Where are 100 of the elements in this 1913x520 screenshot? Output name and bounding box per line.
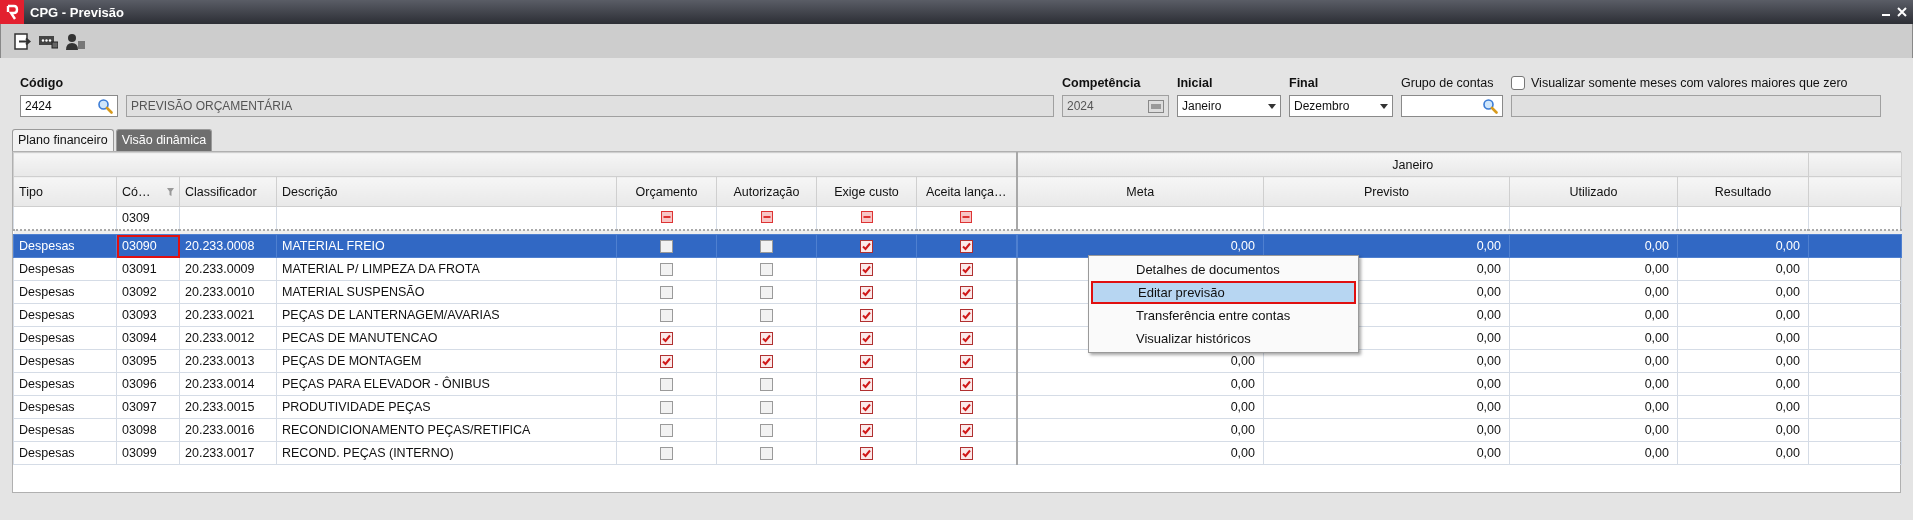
column-header[interactable]: Utilizado <box>1509 176 1678 207</box>
table-cell: 0,00 <box>1677 418 1809 442</box>
checkbox[interactable] <box>660 240 673 254</box>
checkbox[interactable] <box>860 332 873 346</box>
checkbox[interactable] <box>959 424 973 438</box>
caret-icon[interactable] <box>1268 103 1276 109</box>
table-row[interactable]: Despesas 03090 20.233.0008 MATERIAL FREIO 0,00 0,00 0,00 0,00 <box>13 234 1902 258</box>
column-header[interactable]: Autorização <box>716 176 817 207</box>
checkbox[interactable] <box>660 309 673 323</box>
checkbox[interactable] <box>660 447 673 461</box>
checkbox[interactable] <box>760 286 773 300</box>
column-header[interactable]: Aceita lança… <box>916 176 1017 207</box>
checkbox[interactable] <box>760 447 773 461</box>
checkbox[interactable] <box>660 378 673 392</box>
checkbox[interactable] <box>760 401 773 415</box>
column-header[interactable]: Meta <box>1016 176 1264 207</box>
code-field[interactable]: 2424 <box>20 95 118 117</box>
caret-icon[interactable] <box>1380 103 1388 109</box>
table-cell: 0,00 <box>1509 326 1678 350</box>
column-header[interactable]: Previsto <box>1263 176 1510 207</box>
table-cell: 20.233.0009 <box>179 257 277 281</box>
year-field[interactable]: 2024 <box>1062 95 1169 117</box>
filter-checkbox-icon[interactable] <box>860 210 873 223</box>
checkbox[interactable] <box>760 424 773 438</box>
filter-checkbox-icon[interactable] <box>660 210 673 223</box>
checkbox[interactable] <box>660 401 673 415</box>
column-header[interactable]: Classificador <box>179 176 277 207</box>
account-group-field[interactable] <box>1401 95 1503 117</box>
menu-item[interactable]: Editar previsão <box>1091 281 1356 304</box>
search-icon[interactable] <box>97 98 113 114</box>
column-header[interactable]: Descrição <box>276 176 617 207</box>
table-row[interactable]: Despesas 03096 20.233.0014 PEÇAS PARA ELEVADOR - ÔNIBUS 0,00 0,00 0,00 0,00 <box>13 372 1902 396</box>
table-cell: PEÇAS PARA ELEVADOR - ÔNIBUS <box>276 372 617 396</box>
table-cell: 20.233.0010 <box>179 280 277 304</box>
filter-checkbox-icon[interactable] <box>760 210 773 223</box>
checkbox[interactable] <box>860 240 873 254</box>
checkbox[interactable] <box>959 309 973 323</box>
table-cell: 0,00 <box>1509 349 1678 373</box>
field-label: Final <box>1289 76 1320 90</box>
checkbox[interactable] <box>959 355 973 369</box>
table-row[interactable]: Despesas 03097 20.233.0015 PRODUTIVIDADE PEÇAS 0,00 0,00 0,00 0,00 <box>13 395 1902 419</box>
checkbox[interactable] <box>660 355 673 369</box>
table-cell: 03099 <box>116 441 180 465</box>
checkbox[interactable] <box>860 309 873 323</box>
checkbox[interactable] <box>760 240 773 254</box>
field-label: Código <box>20 76 65 90</box>
field-label: Inicial <box>1177 76 1214 90</box>
checkbox[interactable] <box>860 263 873 277</box>
tab[interactable]: Visão dinâmica <box>115 129 213 151</box>
checkbox[interactable] <box>760 332 773 346</box>
table-row[interactable]: Despesas 03099 20.233.0017 RECOND. PEÇAS (INTERNO) 0,00 0,00 0,00 0,00 <box>13 441 1902 465</box>
table-cell: Despesas <box>13 441 117 465</box>
table-cell: Despesas <box>13 349 117 373</box>
column-header[interactable]: Exige custo <box>816 176 917 207</box>
description-field[interactable]: PREVISÃO ORÇAMENTÁRIA <box>126 95 1054 117</box>
checkbox[interactable] <box>860 355 873 369</box>
checkbox[interactable] <box>760 378 773 392</box>
column-header[interactable]: Có… <box>116 176 180 207</box>
month-select[interactable]: Dezembro <box>1289 95 1393 117</box>
checkbox[interactable] <box>1511 76 1525 90</box>
checkbox[interactable] <box>760 309 773 323</box>
column-header[interactable]: Tipo <box>13 176 117 207</box>
table-cell: Despesas <box>13 303 117 327</box>
table-cell: 0,00 <box>1677 349 1809 373</box>
checkbox[interactable] <box>959 401 973 415</box>
checkbox[interactable] <box>959 286 973 300</box>
checkbox[interactable] <box>660 263 673 277</box>
checkbox[interactable] <box>959 263 973 277</box>
checkbox[interactable] <box>660 286 673 300</box>
table-cell: 0,00 <box>1263 372 1510 396</box>
table-cell: 0,00 <box>1016 395 1264 419</box>
table-cell: MATERIAL P/ LIMPEZA DA FROTA <box>276 257 617 281</box>
table-row[interactable]: Despesas 03098 20.233.0016 RECONDICIONAMENTO PEÇAS/RETIFICA 0,00 0,00 0,00 0,00 <box>13 418 1902 442</box>
search-icon[interactable] <box>1482 98 1498 114</box>
column-header[interactable]: Resultado <box>1677 176 1809 207</box>
exit-icon[interactable] <box>14 32 31 50</box>
checkbox[interactable] <box>959 240 973 254</box>
table-cell: 0,00 <box>1263 441 1510 465</box>
checkbox[interactable] <box>860 447 873 461</box>
card-icon[interactable] <box>39 33 58 49</box>
checkbox[interactable] <box>860 286 873 300</box>
user-icon[interactable] <box>66 32 85 50</box>
checkbox[interactable] <box>660 332 673 346</box>
checkbox[interactable] <box>959 447 973 461</box>
checkbox[interactable] <box>760 355 773 369</box>
column-header[interactable]: Orçamento <box>616 176 717 207</box>
checkbox[interactable] <box>959 378 973 392</box>
checkbox[interactable] <box>959 332 973 346</box>
month-select[interactable]: Janeiro <box>1177 95 1281 117</box>
checkbox[interactable] <box>760 263 773 277</box>
table-cell: 0,00 <box>1677 280 1809 304</box>
filter-checkbox-icon[interactable] <box>960 210 973 223</box>
checkbox[interactable] <box>860 401 873 415</box>
table-cell: RECONDICIONAMENTO PEÇAS/RETIFICA <box>276 418 617 442</box>
calendar-icon[interactable] <box>1148 99 1164 113</box>
checkbox[interactable] <box>860 424 873 438</box>
checkbox[interactable] <box>660 424 673 438</box>
checkbox[interactable] <box>860 378 873 392</box>
close-icon[interactable] <box>1897 7 1907 17</box>
tab[interactable]: Plano financeiro <box>12 129 114 151</box>
